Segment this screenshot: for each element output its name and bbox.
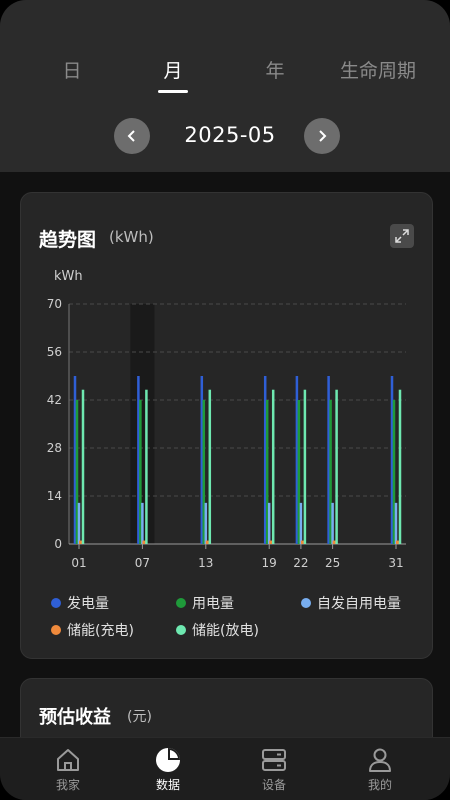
chevron-left-icon xyxy=(127,130,135,142)
legend-item-storage-discharge: 储能(放电) xyxy=(176,620,259,640)
nav-label-devices: 设备 xyxy=(261,778,286,792)
tab-month[interactable]: 月 xyxy=(123,56,223,83)
chart-bar xyxy=(141,502,144,544)
trend-card: 趋势图 (kWh) kWh 0 14 28 42 56 70 01 07 13 19 22 25 31 发… xyxy=(20,192,433,659)
chart-x-tick-label: 19 xyxy=(262,556,277,570)
chart-y-tick-label: 0 xyxy=(54,537,62,551)
nav-label-profile: 我的 xyxy=(367,778,392,792)
legend-swatch xyxy=(176,598,186,608)
chart-y-unit-label: kWh xyxy=(54,269,83,284)
chart-bar xyxy=(208,389,212,544)
chart-x-tick-label: 25 xyxy=(325,556,340,570)
chart-bar xyxy=(299,502,303,544)
chart-bar xyxy=(271,389,275,544)
legend-label: 自发自用电量 xyxy=(317,596,401,612)
active-tab-indicator xyxy=(158,90,188,93)
legend-item-generation: 发电量 xyxy=(51,593,109,613)
revenue-card-unit: (元) xyxy=(127,709,152,725)
legend-swatch xyxy=(301,598,311,608)
chart-bar xyxy=(77,502,81,544)
chart-bar xyxy=(267,502,271,544)
chart-y-tick-label: 70 xyxy=(47,297,62,311)
legend-item-storage-charge: 储能(充电) xyxy=(51,620,134,640)
chart-x-tick-label: 13 xyxy=(198,556,213,570)
nav-item-data[interactable]: 数据 xyxy=(123,746,213,793)
chart-bar xyxy=(145,389,148,544)
legend-swatch xyxy=(51,625,61,635)
profile-icon xyxy=(369,748,391,772)
tab-year[interactable]: 年 xyxy=(225,56,325,83)
nav-item-home[interactable]: 我家 xyxy=(23,746,113,793)
prev-month-button[interactable] xyxy=(114,118,150,154)
nav-label-home: 我家 xyxy=(55,778,80,792)
chart-bar xyxy=(394,502,398,544)
nav-item-devices[interactable]: 设备 xyxy=(229,746,319,793)
header: 日 月 年 生命周期 2025-05 xyxy=(0,0,450,172)
pie-chart-icon xyxy=(156,748,180,772)
chart-y-tick-label: 56 xyxy=(47,345,62,359)
revenue-card-title: 预估收益 xyxy=(39,707,111,728)
bottom-navigation: 我家 数据 设备 我的 xyxy=(0,737,450,800)
tab-day[interactable]: 日 xyxy=(22,56,122,83)
chart-bar xyxy=(398,389,402,544)
legend-swatch xyxy=(51,598,61,608)
chart-bar xyxy=(303,389,307,544)
app-screen: 日 月 年 生命周期 2025-05 趋势图 (kWh) kWh 0 14 28… xyxy=(0,0,450,800)
tab-lifecycle[interactable]: 生命周期 xyxy=(328,56,428,83)
chart-x-tick-label: 01 xyxy=(71,556,86,570)
next-month-button[interactable] xyxy=(304,118,340,154)
chart-y-tick-label: 28 xyxy=(47,441,62,455)
trend-chart: kWh 0 14 28 42 56 70 01 07 13 19 22 25 31 xyxy=(47,269,406,570)
legend-label: 用电量 xyxy=(192,596,234,612)
chart-bar xyxy=(335,389,338,544)
chart-bar xyxy=(204,502,208,544)
chart-bar xyxy=(331,502,334,544)
legend-item-consumption: 用电量 xyxy=(176,593,234,613)
nav-item-profile[interactable]: 我的 xyxy=(335,746,425,793)
legend-swatch xyxy=(176,625,186,635)
chart-y-tick-label: 14 xyxy=(47,489,62,503)
month-navigator: 2025-05 xyxy=(0,116,450,156)
chart-x-tick-label: 31 xyxy=(388,556,403,570)
nav-label-data: 数据 xyxy=(155,778,180,792)
period-tabs: 日 月 年 生命周期 xyxy=(0,56,450,96)
legend-label: 储能(放电) xyxy=(192,623,259,639)
legend-item-self-use: 自发自用电量 xyxy=(301,593,401,613)
chart-x-tick-label: 22 xyxy=(293,556,308,570)
chevron-right-icon xyxy=(319,130,327,142)
chart-x-tick-label: 07 xyxy=(135,556,150,570)
current-month-label: 2025-05 xyxy=(184,123,276,147)
chart-y-tick-label: 42 xyxy=(47,393,62,407)
home-icon xyxy=(57,749,79,771)
legend-label: 储能(充电) xyxy=(67,623,134,639)
chart-bar xyxy=(81,389,85,544)
device-icon xyxy=(262,749,286,771)
legend-label: 发电量 xyxy=(67,596,109,612)
